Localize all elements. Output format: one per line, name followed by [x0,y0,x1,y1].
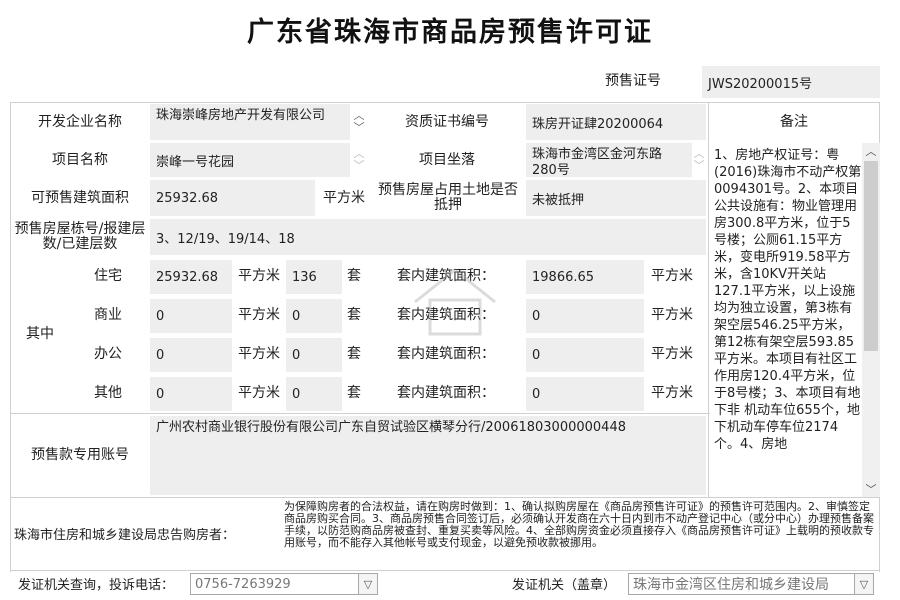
remarks-scrollbar[interactable]: ︿ ﹀ [862,143,880,497]
issuer-label: 发证机关（盖章） [512,577,617,593]
project-location-label: 项目坐落 [419,151,475,168]
chevron-down-icon[interactable]: ▽ [854,574,873,594]
saleable-area-label: 可预售建筑面积 [31,189,129,206]
issuer-value: 珠海市金湾区住房和城乡建设局 [633,577,829,593]
area-unit: 平方米 [238,345,280,362]
project-name-field: 崇峰一号花园 [150,143,350,177]
remarks-label: 备注 [780,113,808,130]
project-name-label: 项目名称 [52,151,108,168]
advisory-text: 为保障购房者的合法权益，请在购房时做到：1、确认拟购房屋在《商品房预售许可证》的… [284,500,874,549]
area-unit: 平方米 [651,384,693,401]
qualification-number-field: 珠房开证肆20200064 [526,104,706,140]
issuer-select[interactable]: 珠海市金湾区住房和城乡建设局 ▽ [628,573,874,595]
breakdown-count-field: 0 [286,338,342,372]
developer-label: 开发企业名称 [38,113,122,130]
mortgage-status-field: 未被抵押 [526,180,706,216]
area-unit: 平方米 [651,306,693,323]
breakdown-area-field: 0 [150,299,232,333]
inner-area-label: 套内建筑面积： [397,384,495,401]
count-unit: 套 [347,384,361,401]
grid-line [10,102,880,103]
project-scroll-control[interactable]: ︿ ﹀ [352,145,366,175]
breakdown-type-label: 办公 [94,345,122,362]
breakdown-type-label: 商业 [94,306,122,323]
breakdown-count-field: 0 [286,299,342,333]
area-unit: 平方米 [238,306,280,323]
phone-label: 发证机关查询，投诉电话： [18,577,175,593]
qualification-label: 资质证书编号 [405,113,489,130]
area-unit: 平方米 [238,267,280,284]
page-title: 广东省珠海市商品房预售许可证 [247,17,653,48]
breakdown-count-field: 136 [286,260,342,294]
buildings-field: 3、12/19、19/14、18 [150,219,706,255]
grid-line [10,497,880,498]
count-unit: 套 [347,267,361,284]
project-location-field: 珠海市金湾区金河东路280号 [526,143,692,177]
breakdown-area-field: 25932.68 [150,260,232,294]
breakdown-type-label: 其他 [94,384,122,401]
breakdown-count-field: 0 [286,377,342,411]
scrollbar-thumb[interactable] [864,161,878,351]
grid-line [708,102,709,497]
chevron-down-icon[interactable]: ﹀ [354,160,365,172]
house-watermark-icon [414,268,496,336]
advisory-label: 珠海市住房和城乡建设局忠告购房者： [14,527,236,543]
area-unit: 平方米 [651,267,693,284]
count-unit: 套 [347,306,361,323]
inner-area-field: 0 [526,338,644,372]
breakdown-area-field: 0 [150,377,232,411]
phone-select[interactable]: 0756-7263929 ▽ [190,573,378,595]
saleable-area-field: 25932.68 [150,180,315,216]
developer-name-field: 珠海崇峰房地产开发有限公司 [150,104,350,140]
mortgage-label: 预售房屋占用土地是否抵押 [378,182,518,213]
grid-line [10,102,11,572]
area-unit: 平方米 [238,384,280,401]
breakdown-type-label: 住宅 [94,267,122,284]
grid-line [10,570,880,571]
chevron-down-icon[interactable]: ﹀ [694,160,705,172]
account-field: 广州农村商业银行股份有限公司广东自贸试验区横琴分行/20061803000000… [150,416,706,495]
phone-value: 0756-7263929 [195,576,291,592]
breakdown-area-field: 0 [150,338,232,372]
area-unit: 平方米 [651,345,693,362]
grid-line [10,413,710,414]
account-label: 预售款专用账号 [31,447,129,463]
inner-area-field: 19866.65 [526,260,644,294]
chevron-down-icon[interactable]: ▽ [358,574,377,594]
count-unit: 套 [347,345,361,362]
buildings-label: 预售房屋栋号/报建层数/已建层数 [14,221,146,252]
chevron-down-icon[interactable]: ﹀ [354,122,365,134]
inner-area-field: 0 [526,299,644,333]
permit-number-field: JWS20200015号 [702,66,880,98]
area-unit: 平方米 [323,189,365,206]
chevron-down-icon[interactable]: ﹀ [862,481,880,497]
permit-label: 预售证号 [605,72,661,89]
developer-scroll-control[interactable]: ︿ ﹀ [352,106,366,138]
inner-area-field: 0 [526,377,644,411]
breakdown-group-label: 其中 [26,326,54,342]
remarks-text: 1、房地产权证号：粤(2016)珠海市不动产权第0094301号。2、本项目公共… [714,148,862,452]
location-scroll-control[interactable]: ︿ ﹀ [692,145,706,175]
chevron-up-icon[interactable]: ︿ [862,143,880,159]
